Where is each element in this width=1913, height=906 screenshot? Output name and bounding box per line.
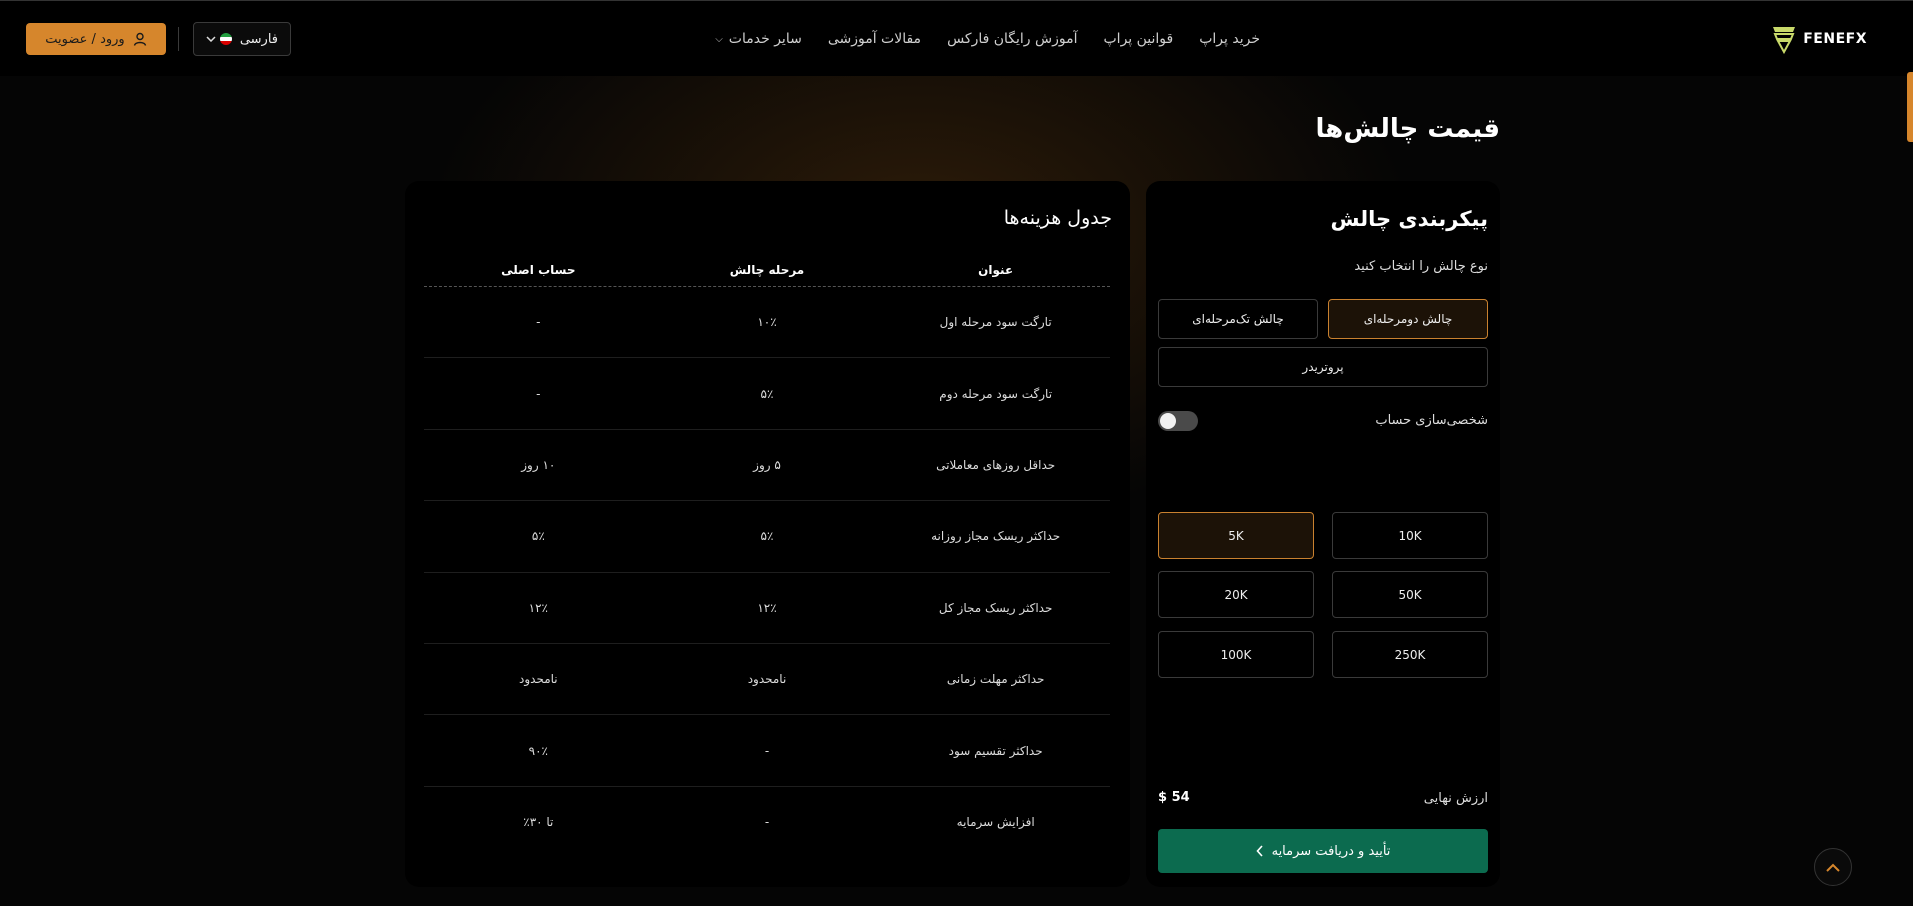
table-cell-main: ۱۲٪	[528, 600, 548, 615]
scroll-to-top-button[interactable]	[1814, 848, 1852, 886]
table-cell-main: ۵٪	[531, 529, 545, 544]
customize-account-toggle[interactable]	[1158, 411, 1198, 431]
type-one-step-button[interactable]: چالش تک‌مرحله‌ای	[1158, 299, 1318, 339]
table-cell-main: -	[536, 386, 541, 401]
nav-item-prop-rules[interactable]: قوانین پراپ	[1104, 31, 1174, 47]
brand-name: FENEFX	[1803, 31, 1867, 47]
challenge-config-card: پیکربندی چالش نوع چالش را انتخاب کنید چا…	[1146, 181, 1500, 887]
table-header-cell: عنوان	[978, 262, 1014, 277]
table-cell-challenge: ۵ روز	[753, 457, 781, 472]
table-row: افزایش سرمایه - تا ۳۰٪	[424, 787, 1110, 858]
table-cell-challenge: نامحدود	[747, 672, 787, 687]
cost-table: عنوان مرحله چالش حساب اصلی تارگت سود مرح…	[424, 253, 1110, 858]
table-cell-main: نامحدود	[519, 672, 558, 687]
chevron-left-icon	[1256, 845, 1263, 857]
language-label: فارسی	[239, 31, 278, 47]
nav-item-articles[interactable]: مقالات آموزشی	[828, 31, 921, 47]
nav-label: سایر خدمات	[728, 31, 802, 47]
header-divider	[178, 27, 179, 51]
size-5k-button[interactable]: 5K	[1158, 512, 1314, 559]
size-label: 10K	[1398, 528, 1422, 543]
table-cell-main: ۱۰ روز	[521, 457, 556, 472]
size-100k-button[interactable]: 100K	[1158, 631, 1314, 678]
login-label: ورود / عضویت	[45, 31, 125, 47]
login-register-button[interactable]: ورود / عضویت	[26, 23, 166, 55]
table-cell-challenge: -	[764, 743, 770, 758]
size-label: 50K	[1398, 587, 1422, 602]
table-row: حداکثر مهلت زمانی نامحدود نامحدود	[424, 644, 1110, 716]
confirm-label: تأیید و دریافت سرمایه	[1271, 843, 1391, 859]
table-row: حداکثر ریسک مجاز کل ۱۲٪ ۱۲٪	[424, 573, 1110, 644]
size-label: 250K	[1394, 647, 1426, 662]
config-title: پیکربندی چالش	[1330, 207, 1488, 231]
nav-label: آموزش رایگان فارکس	[947, 31, 1078, 47]
nav-label: مقالات آموزشی	[827, 31, 922, 47]
size-50k-button[interactable]: 50K	[1332, 571, 1488, 618]
table-cell-title: حداکثر ریسک مجاز کل	[938, 600, 1053, 615]
table-cell-main: -	[536, 315, 541, 330]
type-protrader-button[interactable]: پروتریدر	[1158, 347, 1488, 387]
main-nav: خرید پراپ قوانین پراپ آموزش رایگان فارکس…	[715, 27, 1260, 51]
nav-label: قوانین پراپ	[1103, 31, 1174, 47]
table-cell-title: حداکثر تقسیم سود	[948, 743, 1043, 758]
final-value-label: ارزش نهایی	[1423, 791, 1488, 806]
nav-item-other-services[interactable]: سایر خدمات ⌵	[715, 31, 802, 47]
size-label: 5K	[1228, 528, 1244, 543]
size-250k-button[interactable]: 250K	[1332, 631, 1488, 678]
cost-table-title: جدول هزینه‌ها	[1003, 207, 1112, 229]
nav-item-buy-prop[interactable]: خرید پراپ	[1199, 31, 1260, 47]
type-label: چالش تک‌مرحله‌ای	[1192, 312, 1284, 326]
chevron-down-icon	[206, 36, 216, 42]
user-icon	[133, 32, 146, 46]
size-20k-button[interactable]: 20K	[1158, 571, 1314, 618]
table-cell-challenge: ۱۰٪	[757, 315, 777, 330]
table-cell-challenge: ۵٪	[760, 386, 774, 401]
table-cell-title: تارگت سود مرحله اول	[939, 315, 1052, 330]
table-header-cell: حساب اصلی	[501, 262, 576, 277]
table-header-cell: مرحله چالش	[729, 262, 805, 277]
type-label: چالش دومرحله‌ای	[1363, 312, 1453, 326]
table-cell-title: حداکثر مهلت زمانی	[946, 672, 1045, 687]
table-row: حداکثر ریسک مجاز روزانه ۵٪ ۵٪	[424, 501, 1110, 573]
size-label: 20K	[1224, 587, 1248, 602]
site-header: FENEFX خرید پراپ قوانین پراپ آموزش رایگا…	[0, 0, 1913, 76]
table-row: تارگت سود مرحله دوم ۵٪ -	[424, 358, 1110, 430]
iran-flag-icon	[219, 33, 232, 45]
customize-account-label: شخصی‌سازی حساب	[1375, 413, 1488, 428]
final-value-amount: $ 54	[1158, 790, 1190, 805]
table-cell-main: تا ۳۰٪	[523, 815, 554, 830]
page-scrollbar[interactable]	[1907, 72, 1913, 142]
table-row: حداکثر تقسیم سود - ۹۰٪	[424, 715, 1110, 787]
table-cell-challenge: -	[764, 815, 770, 830]
table-cell-title: تارگت سود مرحله دوم	[939, 386, 1053, 401]
size-label: 100K	[1220, 647, 1252, 662]
table-row: تارگت سود مرحله اول ۱۰٪ -	[424, 287, 1110, 359]
table-cell-challenge: ۵٪	[760, 529, 774, 544]
toggle-knob	[1160, 413, 1176, 429]
cost-table-card: جدول هزینه‌ها عنوان مرحله چالش حساب اصلی…	[405, 181, 1130, 887]
nav-label: خرید پراپ	[1199, 31, 1260, 47]
nav-item-free-forex[interactable]: آموزش رایگان فارکس	[947, 31, 1077, 47]
config-type-prompt: نوع چالش را انتخاب کنید	[1354, 259, 1488, 274]
language-current: فارسی	[219, 31, 278, 47]
page-title: قیمت چالش‌ها	[1315, 114, 1500, 144]
table-cell-title: حداقل روزهای معاملاتی	[936, 457, 1056, 472]
chevron-up-icon	[1826, 863, 1840, 872]
table-cell-challenge: ۱۲٪	[757, 600, 777, 615]
brand-logo-icon	[1773, 27, 1796, 54]
brand-logo[interactable]: FENEFX	[1771, 23, 1867, 55]
table-cell-title: حداکثر ریسک مجاز روزانه	[931, 529, 1061, 544]
table-cell-title: افزایش سرمایه	[956, 815, 1035, 830]
type-label: پروتریدر	[1302, 360, 1344, 374]
confirm-get-capital-button[interactable]: تأیید و دریافت سرمایه	[1158, 829, 1488, 873]
table-header-row: عنوان مرحله چالش حساب اصلی	[424, 253, 1110, 287]
size-10k-button[interactable]: 10K	[1332, 512, 1488, 559]
table-row: حداقل روزهای معاملاتی ۵ روز ۱۰ روز	[424, 430, 1110, 502]
language-select[interactable]: فارسی	[193, 22, 291, 56]
type-two-step-button[interactable]: چالش دومرحله‌ای	[1328, 299, 1488, 339]
table-cell-main: ۹۰٪	[528, 743, 548, 758]
chevron-down-icon: ⌵	[715, 33, 723, 45]
